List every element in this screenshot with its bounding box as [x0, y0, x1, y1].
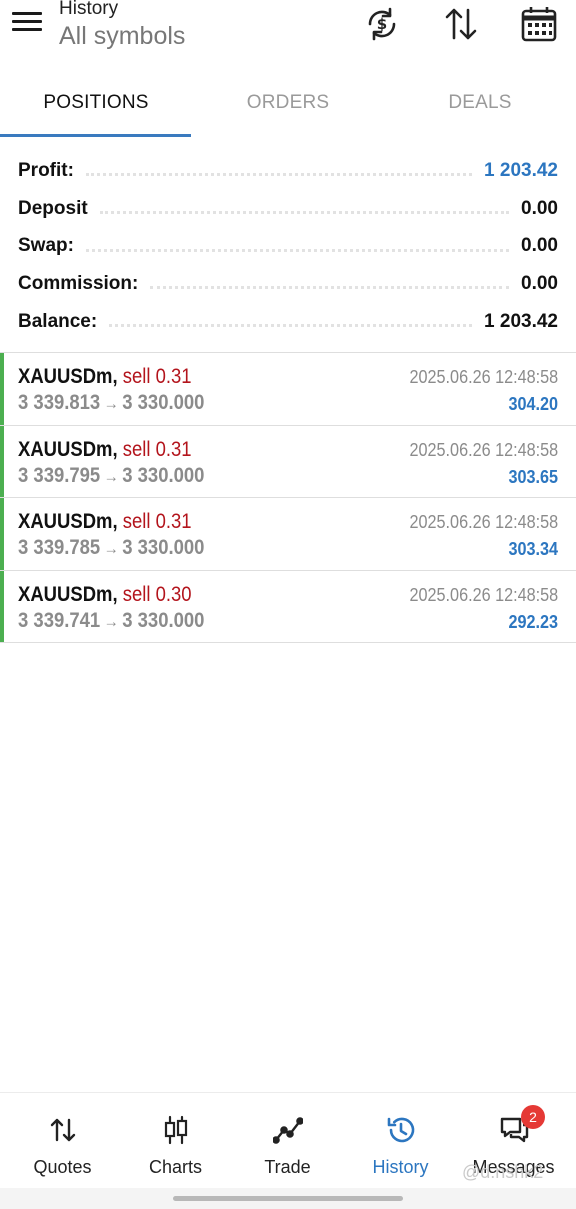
- position-bar: [0, 353, 4, 425]
- summary-row-balance: Balance: 1 203.42: [0, 303, 576, 341]
- position-bar: [0, 425, 4, 497]
- position-profit: 304.20: [508, 394, 558, 414]
- position-symbol: XAUUSDm,: [18, 437, 118, 461]
- summary-label: Balance:: [18, 310, 98, 332]
- active-tab-indicator: [0, 134, 191, 137]
- position-symbol: XAUUSDm,: [18, 582, 118, 606]
- summary-label: Profit:: [18, 159, 74, 181]
- position-type: sell 0.31: [122, 510, 192, 533]
- position-time: 2025.06.26 12:48:58: [409, 367, 558, 387]
- summary-row-profit: Profit: 1 203.42: [0, 152, 576, 190]
- tab-orders[interactable]: ORDERS: [192, 92, 384, 114]
- position-bar: [0, 570, 4, 642]
- trade-line-icon: [230, 1115, 345, 1147]
- dotted-leader: [109, 324, 473, 328]
- position-item[interactable]: XAUUSDm, sell 0.30 3 339.741 → 3 330.000 2…: [0, 570, 576, 643]
- position-prices: 3 339.795 → 3 330.000: [18, 464, 204, 488]
- commission-value: 0.00: [521, 272, 558, 294]
- nav-history[interactable]: History: [343, 1093, 458, 1189]
- open-price: 3 339.813: [18, 391, 101, 414]
- candlestick-icon: [118, 1115, 233, 1147]
- position-symbol-line: XAUUSDm, sell 0.30: [18, 583, 192, 607]
- arrow-right-icon: →: [103, 466, 119, 486]
- nav-trade[interactable]: Trade: [230, 1093, 345, 1189]
- position-bar: [0, 498, 4, 570]
- position-type: sell 0.31: [122, 365, 192, 388]
- dotted-leader: [150, 286, 510, 290]
- sort-icon[interactable]: [441, 4, 481, 44]
- arrow-right-icon: →: [103, 539, 119, 558]
- swap-value: 0.00: [521, 235, 558, 257]
- position-symbol: XAUUSDm,: [18, 365, 118, 388]
- close-price: 3 330.000: [122, 536, 205, 559]
- tab-deals[interactable]: DEALS: [384, 92, 576, 114]
- summary-row-swap: Swap: 0.00: [0, 227, 576, 265]
- history-clock-icon: [343, 1115, 458, 1147]
- symbol-filter[interactable]: All symbols: [59, 22, 185, 51]
- nav-label: Trade: [264, 1157, 311, 1177]
- position-symbol-line: XAUUSDm, sell 0.31: [18, 438, 192, 462]
- app-header: History All symbols $: [0, 0, 576, 66]
- nav-label: History: [372, 1157, 429, 1177]
- position-prices: 3 339.785 → 3 330.000: [18, 536, 204, 560]
- svg-text:$: $: [377, 15, 387, 33]
- deposit-value: 0.00: [521, 197, 558, 219]
- account-summary: Profit: 1 203.42 Deposit 0.00 Swap: 0.00…: [0, 152, 576, 340]
- arrow-right-icon: →: [103, 611, 119, 631]
- position-type: sell 0.30: [122, 582, 192, 606]
- page-title: History: [59, 0, 119, 19]
- position-symbol: XAUUSDm,: [18, 510, 118, 533]
- tab-bar: POSITIONS ORDERS DEALS: [0, 84, 576, 140]
- summary-row-commission: Commission: 0.00: [0, 265, 576, 303]
- position-symbol-line: XAUUSDm, sell 0.31: [18, 510, 192, 534]
- position-time: 2025.06.26 12:48:58: [409, 439, 558, 460]
- position-item[interactable]: XAUUSDm, sell 0.31 3 339.785 → 3 330.000 2…: [0, 498, 576, 571]
- nav-label: Quotes: [33, 1157, 92, 1177]
- dotted-leader: [85, 248, 510, 252]
- profit-value: 1 203.42: [484, 159, 558, 181]
- home-indicator[interactable]: [173, 1196, 403, 1201]
- close-price: 3 330.000: [122, 463, 205, 487]
- nav-quotes[interactable]: Quotes: [5, 1093, 120, 1189]
- quotes-arrows-icon: [5, 1115, 120, 1147]
- tab-positions[interactable]: POSITIONS: [0, 92, 192, 114]
- nav-label: Charts: [148, 1157, 202, 1177]
- close-price: 3 330.000: [122, 391, 205, 414]
- position-item[interactable]: XAUUSDm, sell 0.31 3 339.795 → 3 330.000 2…: [0, 425, 576, 498]
- position-item[interactable]: XAUUSDm, sell 0.31 3 339.813 → 3 330.000 2…: [0, 353, 576, 426]
- balance-value: 1 203.42: [484, 310, 558, 332]
- position-profit: 303.65: [508, 466, 558, 487]
- summary-label: Deposit: [18, 197, 88, 219]
- dotted-leader: [85, 173, 473, 177]
- summary-label: Commission:: [18, 272, 139, 294]
- calendar-icon[interactable]: [519, 4, 559, 44]
- position-prices: 3 339.813 → 3 330.000: [18, 391, 204, 415]
- arrow-right-icon: →: [103, 394, 119, 413]
- watermark-text: @d.nshk2: [462, 1162, 544, 1182]
- dotted-leader: [99, 211, 510, 215]
- positions-list: XAUUSDm, sell 0.31 3 339.813 → 3 330.000 2…: [0, 353, 576, 643]
- summary-row-deposit: Deposit 0.00: [0, 190, 576, 228]
- nav-charts[interactable]: Charts: [118, 1093, 233, 1189]
- position-profit: 292.23: [508, 611, 558, 632]
- open-price: 3 339.741: [18, 608, 101, 632]
- position-prices: 3 339.741 → 3 330.000: [18, 609, 204, 633]
- close-price: 3 330.000: [122, 608, 205, 632]
- summary-label: Swap:: [18, 235, 74, 257]
- chat-bubbles-icon: [456, 1115, 571, 1147]
- menu-icon[interactable]: [12, 12, 42, 36]
- open-price: 3 339.785: [18, 536, 101, 559]
- position-symbol-line: XAUUSDm, sell 0.31: [18, 365, 192, 389]
- position-profit: 303.34: [508, 539, 558, 559]
- position-type: sell 0.31: [122, 437, 192, 461]
- open-price: 3 339.795: [18, 463, 101, 487]
- unread-badge: 2: [521, 1105, 545, 1129]
- currency-exchange-icon[interactable]: $: [362, 4, 402, 44]
- position-time: 2025.06.26 12:48:58: [409, 512, 558, 532]
- position-time: 2025.06.26 12:48:58: [409, 584, 558, 605]
